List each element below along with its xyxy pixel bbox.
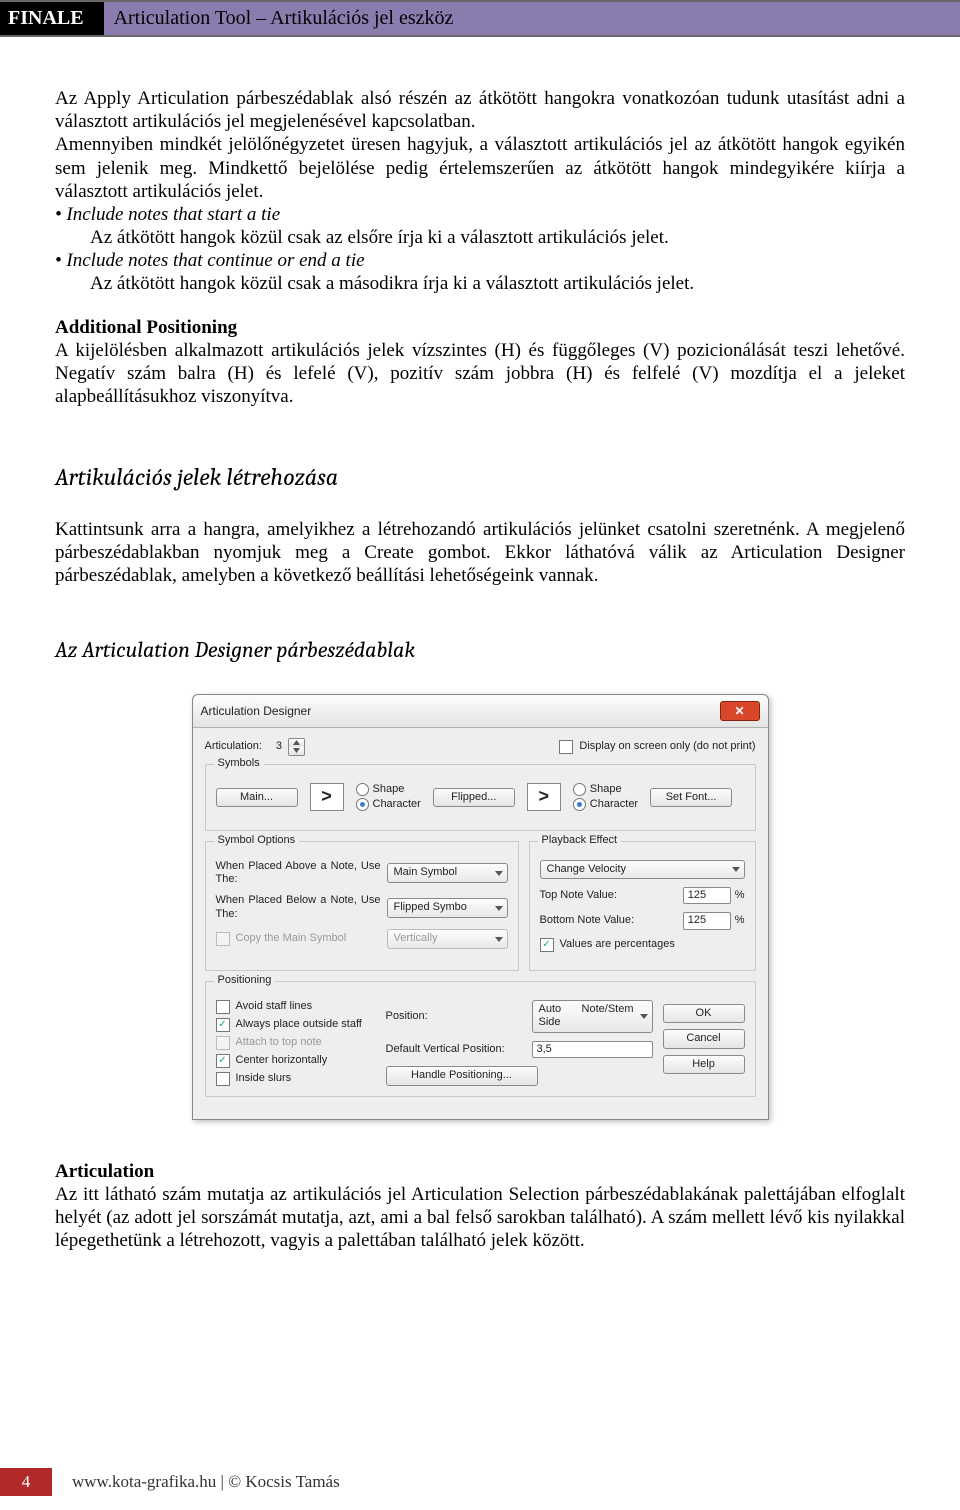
- section-heading: Additional Positioning: [55, 317, 237, 338]
- bullet-desc: Az átkötött hangok közül csak a másodikr…: [90, 272, 905, 295]
- position-combo[interactable]: Auto Note/Stem Side: [532, 1000, 653, 1033]
- paragraph: A kijelölésben alkalmazott artikulációs …: [55, 340, 905, 407]
- page-number: 4: [0, 1468, 52, 1496]
- close-button[interactable]: ✕: [720, 701, 760, 721]
- group-label: Positioning: [214, 974, 276, 987]
- checkbox-icon: [216, 932, 230, 946]
- articulation-label: Articulation:: [205, 740, 262, 753]
- bullet-desc: Az átkötött hangok közül csak az elsőre …: [90, 226, 905, 249]
- header-title: Articulation Tool – Artikulációs jel esz…: [104, 2, 464, 35]
- symbol-options-group: Symbol Options When Placed Above a Note,…: [205, 841, 519, 971]
- radio-icon: [356, 783, 369, 796]
- main-glyph: >: [310, 783, 344, 811]
- group-label: Symbol Options: [214, 834, 300, 847]
- close-icon: ✕: [734, 705, 744, 717]
- document-body: Az Apply Articulation párbeszédablak als…: [0, 37, 960, 1253]
- header-brand: FINALE: [0, 2, 104, 35]
- checkbox-icon: [559, 740, 573, 754]
- bottom-note-value[interactable]: 125: [683, 912, 731, 929]
- group-label: Playback Effect: [538, 834, 622, 847]
- radio-icon: [573, 798, 586, 811]
- top-note-value[interactable]: 125: [683, 887, 731, 904]
- inside-slurs-checkbox[interactable]: Inside slurs: [216, 1072, 376, 1086]
- articulation-designer-dialog: Articulation Designer ✕ Articulation: 3: [192, 694, 769, 1120]
- character-radio[interactable]: Character: [573, 798, 638, 811]
- bullet-italic: • Include notes that start a tie: [55, 204, 280, 225]
- checkbox-icon: [216, 1036, 230, 1050]
- checkbox-icon: [540, 938, 554, 952]
- paragraph: Az Apply Articulation párbeszédablak als…: [55, 87, 905, 133]
- avoid-staff-checkbox[interactable]: Avoid staff lines: [216, 1000, 376, 1014]
- section-heading: Az Articulation Designer párbeszédablak: [55, 637, 905, 664]
- paragraph: Amennyiben mindkét jelölőnégyzetet ürese…: [55, 133, 905, 203]
- cancel-button[interactable]: Cancel: [663, 1029, 745, 1048]
- paragraph: Az itt látható szám mutatja az artikulác…: [55, 1184, 905, 1251]
- positioning-group: Positioning Avoid staff lines Always pla…: [205, 981, 756, 1097]
- flipped-button[interactable]: Flipped...: [433, 788, 515, 807]
- set-font-button[interactable]: Set Font...: [650, 788, 732, 807]
- articulation-value: 3: [268, 740, 282, 753]
- center-horiz-checkbox[interactable]: Center horizontally: [216, 1054, 376, 1068]
- playback-effect-group: Playback Effect Change Velocity Top Note…: [529, 841, 756, 971]
- checkbox-icon: [216, 1072, 230, 1086]
- playback-effect-combo[interactable]: Change Velocity: [540, 860, 745, 879]
- page-footer: 4 www.kota-grafika.hu | © Kocsis Tamás: [0, 1468, 340, 1496]
- main-button[interactable]: Main...: [216, 788, 298, 807]
- dialog-titlebar: Articulation Designer ✕: [193, 695, 768, 728]
- checkbox-icon: [216, 1018, 230, 1032]
- checkbox-icon: [216, 1000, 230, 1014]
- values-percentages-checkbox[interactable]: Values are percentages: [540, 938, 745, 952]
- group-label: Symbols: [214, 757, 264, 770]
- shape-radio[interactable]: Shape: [356, 783, 421, 796]
- footer-text: www.kota-grafika.hu | © Kocsis Tamás: [72, 1472, 340, 1492]
- help-button[interactable]: Help: [663, 1055, 745, 1074]
- copy-main-checkbox[interactable]: Copy the Main Symbol: [216, 932, 347, 946]
- always-outside-checkbox[interactable]: Always place outside staff: [216, 1018, 376, 1032]
- flipped-glyph: >: [527, 783, 561, 811]
- section-heading: Artikulációs jelek létrehozása: [55, 463, 905, 492]
- chevron-up-icon: [289, 739, 304, 747]
- chevron-down-icon: [289, 747, 304, 755]
- above-combo[interactable]: Main Symbol: [387, 863, 508, 882]
- default-vertical-input[interactable]: 3,5: [532, 1041, 653, 1058]
- paragraph: Kattintsunk arra a hangra, amelyikhez a …: [55, 518, 905, 588]
- radio-icon: [356, 798, 369, 811]
- page-header: FINALE Articulation Tool – Artikulációs …: [0, 0, 960, 37]
- checkbox-icon: [216, 1054, 230, 1068]
- shape-radio[interactable]: Shape: [573, 783, 638, 796]
- section-heading: Articulation: [55, 1161, 154, 1182]
- dialog-title: Articulation Designer: [201, 704, 312, 719]
- radio-icon: [573, 783, 586, 796]
- display-only-checkbox[interactable]: Display on screen only (do not print): [559, 740, 755, 754]
- copy-orientation-combo: Vertically: [387, 929, 508, 948]
- ok-button[interactable]: OK: [663, 1004, 745, 1023]
- below-combo[interactable]: Flipped Symbo: [387, 898, 508, 917]
- bullet-italic: • Include notes that continue or end a t…: [55, 250, 365, 271]
- attach-top-checkbox[interactable]: Attach to top note: [216, 1036, 376, 1050]
- character-radio[interactable]: Character: [356, 798, 421, 811]
- symbols-group: Symbols Main... > Shape Character Flippe…: [205, 764, 756, 831]
- articulation-stepper[interactable]: [288, 738, 305, 756]
- handle-positioning-button[interactable]: Handle Positioning...: [386, 1066, 538, 1085]
